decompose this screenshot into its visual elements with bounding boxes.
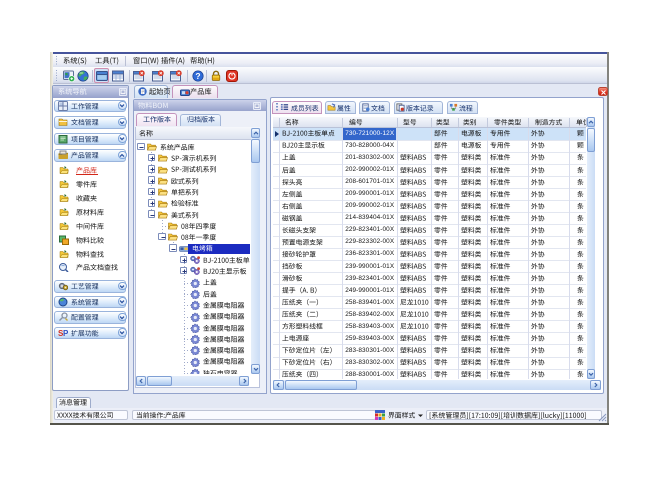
svg-text:?: ? [195,71,200,81]
svg-text:P: P [63,329,68,338]
